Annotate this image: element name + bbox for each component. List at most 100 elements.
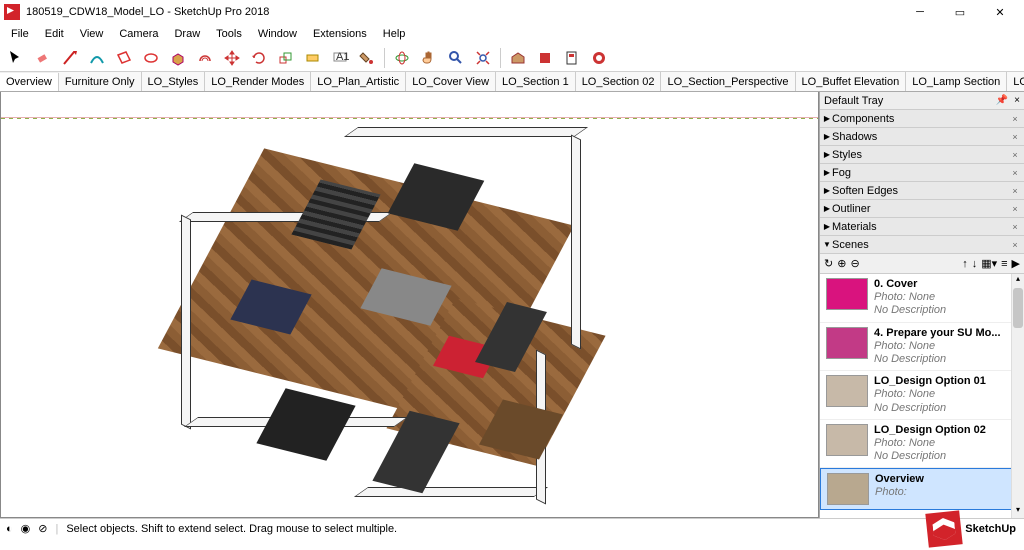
- logo-text: SketchUp: [965, 523, 1016, 535]
- scene-view-icon[interactable]: ▦▾: [981, 257, 997, 270]
- menu-window[interactable]: Window: [251, 26, 304, 42]
- menu-camera[interactable]: Camera: [112, 26, 165, 42]
- main-toolbar: A1: [0, 44, 1024, 72]
- zoom-extents-icon[interactable]: [471, 46, 495, 70]
- scene-tab[interactable]: Furniture Only: [59, 72, 142, 91]
- scene-thumb: [826, 424, 868, 456]
- scene-detail-icon[interactable]: ≡: [1001, 258, 1007, 270]
- scene-thumb: [827, 473, 869, 505]
- menu-draw[interactable]: Draw: [167, 26, 207, 42]
- scene-update-icon[interactable]: ↻: [824, 257, 833, 270]
- scene-name: LO_Design Option 02: [874, 424, 986, 437]
- line-tool-icon[interactable]: [58, 46, 82, 70]
- scene-tab[interactable]: LO_Plan_Artistic: [311, 72, 406, 91]
- circle-tool-icon[interactable]: [139, 46, 163, 70]
- scene-photo: Photo: None: [874, 437, 986, 450]
- panel-materials[interactable]: ▶Materials×: [820, 218, 1024, 236]
- scene-tab[interactable]: LO_Cover View: [406, 72, 496, 91]
- scene-desc: No Description: [874, 304, 946, 317]
- tray-title-bar[interactable]: Default Tray 📌 ×: [820, 92, 1024, 110]
- scene-tab[interactable]: Overview: [0, 73, 59, 92]
- scene-tab[interactable]: LO_Render Modes: [205, 72, 311, 91]
- scene-photo: Photo:: [875, 486, 924, 499]
- panel-components[interactable]: ▶Components×: [820, 110, 1024, 128]
- extension-mgr-icon[interactable]: [587, 46, 611, 70]
- eraser-tool-icon[interactable]: [31, 46, 55, 70]
- scene-desc: No Description: [874, 450, 986, 463]
- move-tool-icon[interactable]: [220, 46, 244, 70]
- scene-name: LO_Design Option 01: [874, 375, 986, 388]
- scene-name: Overview: [875, 473, 924, 486]
- menu-view[interactable]: View: [73, 26, 111, 42]
- menu-file[interactable]: File: [4, 26, 36, 42]
- scene-tab[interactable]: LO_Section 1: [496, 72, 576, 91]
- scene-tab[interactable]: LO_Styles: [142, 72, 206, 91]
- scene-photo: Photo: None: [874, 291, 946, 304]
- window-controls: ─ ▭ ✕: [900, 0, 1020, 24]
- scene-menu-icon[interactable]: ▶: [1012, 257, 1020, 270]
- scene-tab[interactable]: LO_Section 02: [576, 72, 662, 91]
- scene-item[interactable]: LO_Design Option 01 Photo: None No Descr…: [820, 371, 1024, 420]
- menu-edit[interactable]: Edit: [38, 26, 71, 42]
- select-tool-icon[interactable]: [4, 46, 28, 70]
- tape-tool-icon[interactable]: [301, 46, 325, 70]
- status-func1-icon[interactable]: ◐: [6, 523, 13, 535]
- scene-move-up-icon[interactable]: ↑: [962, 258, 968, 270]
- panel-shadows[interactable]: ▶Shadows×: [820, 128, 1024, 146]
- scene-tab[interactable]: LO_S6_Buffet Elevation: [1007, 72, 1024, 91]
- scale-tool-icon[interactable]: [274, 46, 298, 70]
- scroll-thumb[interactable]: [1013, 288, 1023, 328]
- scene-tab[interactable]: LO_Lamp Section: [906, 72, 1007, 91]
- status-hint: Select objects. Shift to extend select. …: [66, 523, 397, 535]
- offset-tool-icon[interactable]: [193, 46, 217, 70]
- menu-tools[interactable]: Tools: [209, 26, 249, 42]
- layout-icon[interactable]: [560, 46, 584, 70]
- rotate-tool-icon[interactable]: [247, 46, 271, 70]
- panel-fog[interactable]: ▶Fog×: [820, 164, 1024, 182]
- zoom-tool-icon[interactable]: [444, 46, 468, 70]
- text-tool-icon[interactable]: A1: [328, 46, 352, 70]
- scene-name: 0. Cover: [874, 278, 946, 291]
- scene-photo: Photo: None: [874, 340, 1001, 353]
- svg-text:A1: A1: [336, 51, 349, 63]
- scene-item[interactable]: 4. Prepare your SU Mo... Photo: None No …: [820, 323, 1024, 372]
- scene-add-icon[interactable]: ⊕: [837, 257, 846, 270]
- scene-tabs-bar: Overview Furniture Only LO_Styles LO_Ren…: [0, 72, 1024, 92]
- scene-remove-icon[interactable]: ⊖: [850, 257, 859, 270]
- scene-item[interactable]: 0. Cover Photo: None No Description: [820, 274, 1024, 323]
- scene-tab[interactable]: LO_Section_Perspective: [661, 72, 795, 91]
- scenes-list[interactable]: 0. Cover Photo: None No Description 4. P…: [820, 274, 1024, 518]
- panel-soften-edges[interactable]: ▶Soften Edges×: [820, 182, 1024, 200]
- orbit-tool-icon[interactable]: [390, 46, 414, 70]
- extension-icon[interactable]: [533, 46, 557, 70]
- status-func3-icon[interactable]: ⊘: [38, 522, 47, 535]
- scene-item[interactable]: LO_Design Option 02 Photo: None No Descr…: [820, 420, 1024, 469]
- status-func2-icon[interactable]: ◉: [21, 522, 31, 535]
- pan-tool-icon[interactable]: [417, 46, 441, 70]
- scene-thumb: [826, 375, 868, 407]
- panel-styles[interactable]: ▶Styles×: [820, 146, 1024, 164]
- rectangle-tool-icon[interactable]: [112, 46, 136, 70]
- pin-icon[interactable]: 📌: [996, 95, 1008, 106]
- scene-photo: Photo: None: [874, 388, 986, 401]
- close-button[interactable]: ✕: [980, 0, 1020, 24]
- panel-scenes[interactable]: ▼Scenes×: [820, 236, 1024, 254]
- scene-move-down-icon[interactable]: ↓: [972, 258, 978, 270]
- arc-tool-icon[interactable]: [85, 46, 109, 70]
- warehouse-icon[interactable]: [506, 46, 530, 70]
- model-viewport[interactable]: [0, 92, 819, 518]
- scenes-scrollbar[interactable]: ▴ ▾: [1011, 274, 1024, 518]
- scene-tab[interactable]: LO_Buffet Elevation: [796, 72, 907, 91]
- paint-tool-icon[interactable]: [355, 46, 379, 70]
- scene-item[interactable]: Overview Photo:: [820, 468, 1024, 510]
- window-title: 180519_CDW18_Model_LO - SketchUp Pro 201…: [26, 6, 269, 18]
- panel-outliner[interactable]: ▶Outliner×: [820, 200, 1024, 218]
- default-tray: Default Tray 📌 × ▶Components× ▶Shadows× …: [819, 92, 1024, 518]
- menu-help[interactable]: Help: [376, 26, 413, 42]
- minimize-button[interactable]: ─: [900, 0, 940, 24]
- maximize-button[interactable]: ▭: [940, 0, 980, 24]
- menu-extensions[interactable]: Extensions: [306, 26, 374, 42]
- pushpull-tool-icon[interactable]: [166, 46, 190, 70]
- scene-thumb: [826, 327, 868, 359]
- tray-close-icon[interactable]: ×: [1014, 95, 1020, 106]
